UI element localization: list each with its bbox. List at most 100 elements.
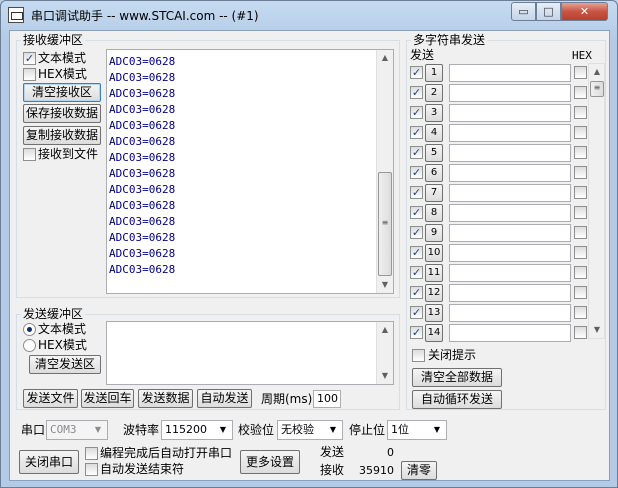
recv-text-mode-checkbox[interactable]: ✓ xyxy=(23,52,36,65)
close-port-button[interactable]: 关闭串口 xyxy=(19,450,79,474)
scroll-up-icon[interactable]: ▲ xyxy=(589,64,605,80)
auto-end-checkbox[interactable] xyxy=(85,463,98,476)
multi-row-text-field[interactable] xyxy=(449,64,571,82)
multi-row-hex-checkbox[interactable] xyxy=(574,306,587,319)
maximize-button[interactable]: □ xyxy=(536,2,561,21)
multi-row-send-button[interactable]: 5 xyxy=(425,144,443,162)
multi-row-text-field[interactable] xyxy=(449,224,571,242)
more-settings-button[interactable]: 更多设置 xyxy=(240,450,300,474)
multi-row-enable-checkbox[interactable]: ✓ xyxy=(410,326,423,339)
multi-row-send-button[interactable]: 7 xyxy=(425,184,443,202)
recv-hex-mode-checkbox[interactable] xyxy=(23,68,36,81)
multi-row-hex-checkbox[interactable] xyxy=(574,246,587,259)
close-tip-checkbox[interactable] xyxy=(412,349,425,362)
multi-row-send-button[interactable]: 2 xyxy=(425,84,443,102)
multi-row-send-button[interactable]: 4 xyxy=(425,124,443,142)
send-data-button[interactable]: 发送数据 xyxy=(138,389,193,408)
multi-row-text-field[interactable] xyxy=(449,184,571,202)
port-select[interactable]: COM3 ▼ xyxy=(46,420,108,440)
multi-row-text-field[interactable] xyxy=(449,244,571,262)
multi-row-enable-checkbox[interactable]: ✓ xyxy=(410,186,423,199)
multi-row-send-button[interactable]: 8 xyxy=(425,204,443,222)
stop-select[interactable]: 1位 ▼ xyxy=(387,420,447,440)
multi-row-enable-checkbox[interactable]: ✓ xyxy=(410,106,423,119)
multi-scroll-thumb[interactable] xyxy=(590,81,604,97)
scroll-up-icon[interactable]: ▲ xyxy=(377,50,393,66)
multi-row-text-field[interactable] xyxy=(449,124,571,142)
send-file-button[interactable]: 发送文件 xyxy=(23,389,78,408)
multi-row-send-button[interactable]: 1 xyxy=(425,64,443,82)
multi-row-send-button[interactable]: 3 xyxy=(425,104,443,122)
multi-row-text-field[interactable] xyxy=(449,144,571,162)
auto-loop-send-button[interactable]: 自动循环发送 xyxy=(412,390,502,409)
send-hex-mode-radio[interactable] xyxy=(23,339,36,352)
parity-select[interactable]: 无校验 ▼ xyxy=(277,420,343,440)
close-button[interactable]: ✕ xyxy=(561,2,608,21)
multi-row-hex-checkbox[interactable] xyxy=(574,126,587,139)
clear-receive-button[interactable]: 清空接收区 xyxy=(23,83,101,102)
multi-row-hex-checkbox[interactable] xyxy=(574,326,587,339)
send-textarea[interactable]: ▲ ▼ xyxy=(106,321,394,385)
multi-row-enable-checkbox[interactable]: ✓ xyxy=(410,166,423,179)
multi-row-enable-checkbox[interactable]: ✓ xyxy=(410,66,423,79)
multi-row-text-field[interactable] xyxy=(449,104,571,122)
multi-row-send-button[interactable]: 6 xyxy=(425,164,443,182)
save-receive-button[interactable]: 保存接收数据 xyxy=(23,104,101,123)
multi-row-send-button[interactable]: 12 xyxy=(425,284,443,302)
copy-receive-button[interactable]: 复制接收数据 xyxy=(23,126,101,145)
multi-row-hex-checkbox[interactable] xyxy=(574,286,587,299)
scroll-down-icon[interactable]: ▼ xyxy=(377,368,393,384)
auto-open-checkbox[interactable] xyxy=(85,447,98,460)
multi-row-send-button[interactable]: 10 xyxy=(425,244,443,262)
multi-row-send-button[interactable]: 13 xyxy=(425,304,443,322)
multi-row-text-field[interactable] xyxy=(449,264,571,282)
multi-row-hex-checkbox[interactable] xyxy=(574,266,587,279)
multi-row-text-field[interactable] xyxy=(449,284,571,302)
multi-row-text-field[interactable] xyxy=(449,164,571,182)
multi-row-enable-checkbox[interactable]: ✓ xyxy=(410,86,423,99)
period-input[interactable]: 100 xyxy=(313,390,341,408)
multi-row-hex-checkbox[interactable] xyxy=(574,186,587,199)
send-text-mode-radio[interactable] xyxy=(23,323,36,336)
multi-row-hex-checkbox[interactable] xyxy=(574,106,587,119)
multi-row-text-field[interactable] xyxy=(449,204,571,222)
receive-scroll-thumb[interactable] xyxy=(378,172,392,276)
multi-row-enable-checkbox[interactable]: ✓ xyxy=(410,286,423,299)
multi-row-text-field[interactable] xyxy=(449,324,571,342)
multi-row-enable-checkbox[interactable]: ✓ xyxy=(410,126,423,139)
clear-count-button[interactable]: 清零 xyxy=(401,461,437,480)
baud-select[interactable]: 115200 ▼ xyxy=(161,420,233,440)
multi-row-hex-checkbox[interactable] xyxy=(574,86,587,99)
multi-row-send-button[interactable]: 14 xyxy=(425,324,443,342)
multi-row-enable-checkbox[interactable]: ✓ xyxy=(410,206,423,219)
multi-row-text-field[interactable] xyxy=(449,84,571,102)
multi-row-text-field[interactable] xyxy=(449,304,571,322)
scroll-down-icon[interactable]: ▼ xyxy=(589,322,605,338)
receive-scrollbar[interactable]: ▲ ▼ xyxy=(376,50,393,293)
multi-row-hex-checkbox[interactable] xyxy=(574,66,587,79)
multi-row-hex-checkbox[interactable] xyxy=(574,166,587,179)
chevron-down-icon: ▼ xyxy=(94,425,102,434)
multi-row-send-button[interactable]: 11 xyxy=(425,264,443,282)
multi-row-hex-checkbox[interactable] xyxy=(574,206,587,219)
multi-row-enable-checkbox[interactable]: ✓ xyxy=(410,306,423,319)
scroll-down-icon[interactable]: ▼ xyxy=(377,277,393,293)
send-return-button[interactable]: 发送回车 xyxy=(81,389,134,408)
auto-send-button[interactable]: 自动发送 xyxy=(197,389,252,408)
receive-textarea[interactable]: ADC03=0628 ADC03=0628 ADC03=0628 ADC03=0628… xyxy=(106,49,394,294)
multi-row-enable-checkbox[interactable]: ✓ xyxy=(410,246,423,259)
recv-to-file-checkbox[interactable] xyxy=(23,148,36,161)
scroll-up-icon[interactable]: ▲ xyxy=(377,322,393,338)
title-bar[interactable]: 串口调试助手 -- www.STCAI.com -- (#1) ▭ □ ✕ xyxy=(1,1,617,29)
multi-row-enable-checkbox[interactable]: ✓ xyxy=(410,266,423,279)
multi-row-hex-checkbox[interactable] xyxy=(574,226,587,239)
multi-row-enable-checkbox[interactable]: ✓ xyxy=(410,226,423,239)
send-scrollbar[interactable]: ▲ ▼ xyxy=(376,322,393,384)
multi-row-send-button[interactable]: 9 xyxy=(425,224,443,242)
multi-row-enable-checkbox[interactable]: ✓ xyxy=(410,146,423,159)
clear-send-button[interactable]: 清空发送区 xyxy=(29,355,101,374)
multi-row-hex-checkbox[interactable] xyxy=(574,146,587,159)
clear-all-button[interactable]: 清空全部数据 xyxy=(412,368,502,387)
multi-scrollbar[interactable]: ▲ ▼ xyxy=(588,63,605,339)
minimize-button[interactable]: ▭ xyxy=(511,2,536,21)
